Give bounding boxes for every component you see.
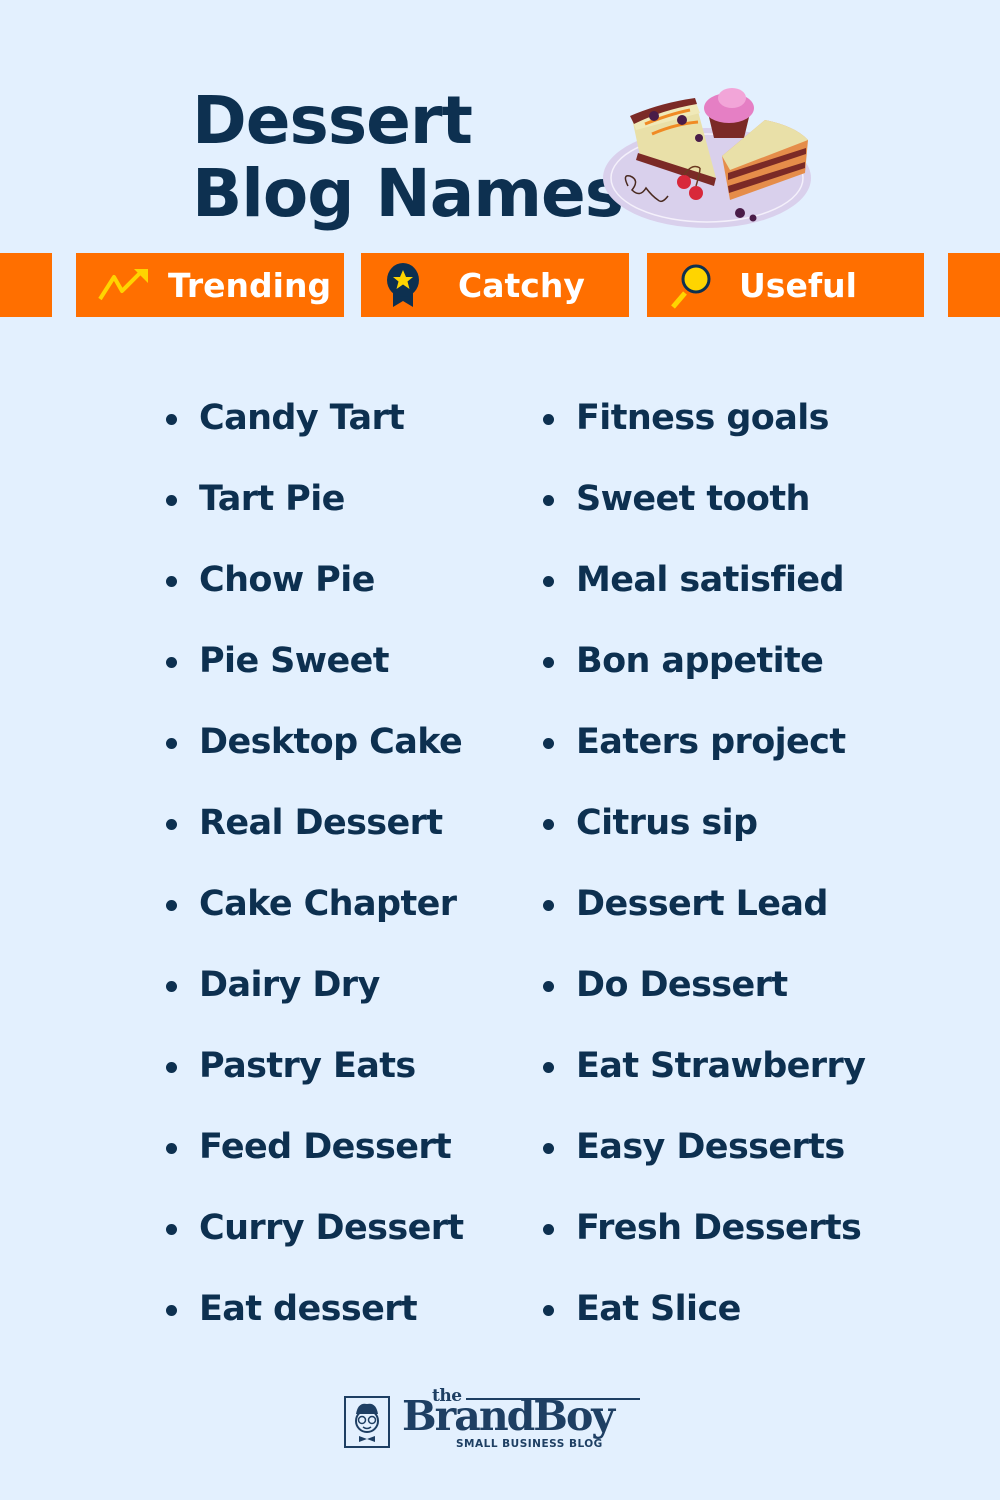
boy-mascot-icon — [355, 1403, 379, 1442]
bullet — [543, 900, 554, 911]
list-item: Pastry Eats — [163, 1026, 464, 1107]
bullet — [166, 657, 177, 668]
bullet — [543, 981, 554, 992]
list-item: Eat Strawberry — [540, 1026, 866, 1107]
list-item: Fitness goals — [540, 378, 865, 459]
bullet — [166, 738, 177, 749]
trending-up-icon — [98, 269, 148, 301]
bullet — [543, 1305, 554, 1316]
logo-tagline: SMALL BUSINESS BLOG — [456, 1438, 603, 1450]
list-item: Dessert Lead — [540, 864, 865, 945]
list-item: Candy Tart — [163, 378, 464, 459]
bullet — [543, 414, 554, 425]
bullet — [166, 819, 177, 830]
names-list-left: Candy Tart Tart Pie Chow Pie Pie Sweet D… — [163, 378, 464, 1350]
bullet — [166, 414, 177, 425]
dessert-plate-illustration — [603, 88, 811, 228]
list-item: Pie Sweet — [163, 621, 464, 702]
list-item: Eat dessert — [163, 1269, 464, 1350]
bullet — [543, 576, 554, 587]
bullet — [543, 819, 554, 830]
decorative-bar-right — [948, 253, 1000, 317]
names-list-right: Fitness goals Sweet tooth Meal satisfied… — [540, 378, 866, 1350]
bullet — [166, 495, 177, 506]
bullet — [166, 1305, 177, 1316]
brand-logo: the BrandBoy SMALL BUSINESS BLOG — [344, 1386, 644, 1450]
list-item: Desktop Cake — [163, 702, 464, 783]
logo-mascot-box — [344, 1396, 390, 1448]
bullet — [543, 495, 554, 506]
list-item: Fresh Desserts — [540, 1188, 865, 1269]
decorative-bar-left — [0, 253, 52, 317]
bullet — [166, 1062, 177, 1073]
list-item: Do Dessert — [540, 945, 865, 1026]
bullet — [543, 657, 554, 668]
bullet — [543, 1062, 554, 1073]
logo-brand: BrandBoy — [402, 1392, 615, 1440]
bullet — [543, 1143, 554, 1154]
bullet — [166, 981, 177, 992]
tag-trending: Trending — [76, 253, 344, 317]
bullet — [166, 1143, 177, 1154]
list-item: Meal satisfied — [540, 540, 865, 621]
list-item: Curry Dessert — [163, 1188, 464, 1269]
title-line-2: Blog Names — [192, 155, 624, 232]
tag-catchy-label: Catchy — [458, 265, 585, 305]
list-item: Eaters project — [540, 702, 865, 783]
list-item: Eat Slice — [540, 1269, 865, 1350]
list-item: Citrus sip — [540, 783, 865, 864]
tag-useful: Useful — [647, 253, 924, 317]
bullet — [543, 1224, 554, 1235]
list-item: Dairy Dry — [163, 945, 464, 1026]
list-item: Chow Pie — [163, 540, 464, 621]
page-title: Dessert Blog Names — [192, 82, 624, 232]
tag-catchy: Catchy — [361, 253, 629, 317]
cherry — [677, 175, 691, 189]
list-item: Tart Pie — [163, 459, 464, 540]
bullet — [543, 738, 554, 749]
award-badge-icon — [387, 263, 419, 307]
list-item: Bon appetite — [540, 621, 865, 702]
bullet — [166, 576, 177, 587]
tag-trending-label: Trending — [168, 265, 332, 305]
bullet — [166, 900, 177, 911]
magnifier-icon — [671, 264, 711, 309]
list-item: Cake Chapter — [163, 864, 464, 945]
bullet — [166, 1224, 177, 1235]
title-line-1: Dessert — [192, 82, 473, 159]
list-item: Sweet tooth — [540, 459, 865, 540]
list-item: Real Dessert — [163, 783, 464, 864]
tag-useful-label: Useful — [739, 265, 857, 305]
list-item: Feed Dessert — [163, 1107, 464, 1188]
list-item: Easy Desserts — [540, 1107, 865, 1188]
